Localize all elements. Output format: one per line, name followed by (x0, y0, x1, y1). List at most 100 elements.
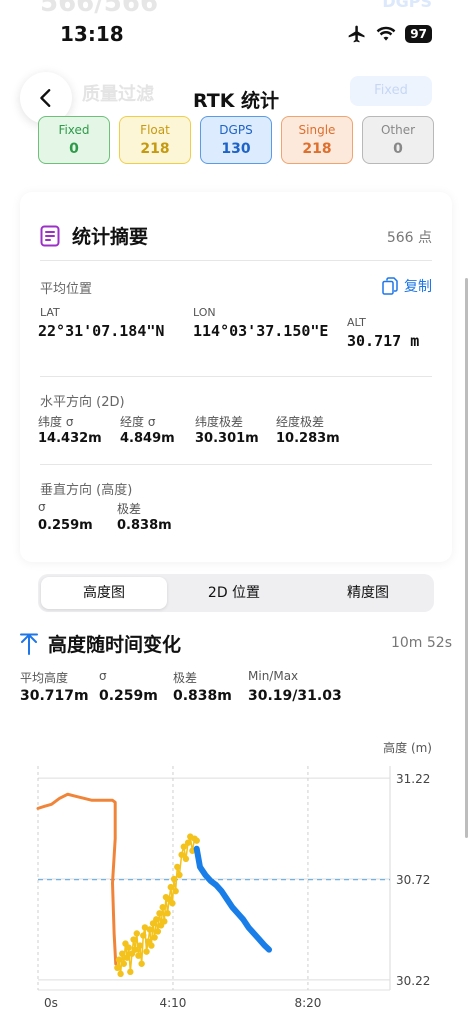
chart-point (151, 934, 158, 941)
arrow-up-icon (20, 633, 38, 655)
chart-point (120, 960, 128, 967)
lat-value: 22°31'07.184"N (38, 322, 165, 340)
tile-fixed[interactable]: Fixed 0 (38, 116, 110, 164)
chart-point (148, 942, 155, 949)
chart-point (172, 887, 179, 895)
chart-point (156, 910, 163, 917)
alt-range-value: 0.838m (117, 518, 172, 533)
chart-point (140, 932, 147, 939)
chart-point (133, 930, 140, 937)
copy-icon (382, 277, 398, 295)
chart-series-line (36, 792, 118, 966)
alt-range-label: 极差 (117, 502, 142, 516)
alt-sigma-stat-label: σ (99, 669, 107, 683)
chart-point (117, 970, 124, 978)
chart-point (143, 948, 150, 955)
mean-alt-value: 30.717m (20, 688, 89, 704)
minmax-label: Min/Max (248, 669, 299, 683)
chart-y-tick-label: 30.72 (396, 873, 430, 887)
scrolled-content-ghost: 566/566 (40, 0, 159, 18)
chart-point (170, 875, 178, 883)
duration-label: 10m 52s (390, 635, 452, 651)
chart-x-tick-label: 0s (44, 996, 58, 1010)
chart-point (184, 839, 192, 846)
tab-accuracy[interactable]: 精度图 (305, 577, 431, 609)
chart-point (162, 893, 170, 901)
chart-point (149, 920, 157, 927)
lon-range-value: 10.283m (276, 431, 340, 446)
chart-point (165, 895, 173, 903)
chart-x-tick-label: 4:10 (159, 996, 186, 1010)
alt-range-stat-label: 极差 (173, 671, 198, 685)
chart-point (180, 843, 187, 850)
lat-range-value: 30.301m (195, 431, 259, 446)
chart-point (191, 835, 198, 842)
status-bar: 566/566 DGPS 13:18 97 (0, 0, 472, 70)
chart-series-line (193, 845, 273, 953)
chart-point (157, 922, 165, 929)
page-title: RTK 统计 (192, 90, 280, 112)
status-time: 13:18 (60, 22, 124, 46)
chart-point (115, 956, 123, 963)
lon-range-label: 经度极差 (276, 415, 325, 429)
chart-point (136, 942, 144, 949)
alt-value: 30.717 m (347, 332, 420, 350)
horizontal-label: 水平方向 (2D) (40, 395, 125, 410)
lon-sigma-label: 经度 σ (120, 415, 156, 429)
chart-y-tick-label: 30.22 (396, 974, 430, 988)
tile-dgps[interactable]: DGPS 130 (200, 116, 272, 164)
tile-other[interactable]: Other 0 (362, 116, 434, 164)
chart-point (153, 916, 160, 923)
wifi-icon (376, 26, 396, 41)
alt-range-stat-value: 0.838m (173, 688, 232, 704)
copy-label: 复制 (404, 279, 432, 295)
lat-sigma-label: 纬度 σ (38, 415, 74, 429)
chart-point (119, 950, 126, 957)
copy-button[interactable]: 复制 (382, 276, 432, 296)
chart-header: 高度随时间变化 (20, 630, 181, 657)
chart-point (128, 950, 136, 957)
chart-point (182, 855, 190, 863)
chart-point (176, 871, 183, 879)
chart-tab-control: 高度图 2D 位置 精度图 (38, 574, 434, 612)
chart-x-tick-label: 8:20 (294, 996, 321, 1010)
summary-header: 统计摘要 (40, 222, 148, 249)
chart-point (159, 904, 166, 911)
tile-single[interactable]: Single 218 (281, 116, 353, 164)
chart-point (138, 960, 145, 967)
summary-title: 统计摘要 (72, 226, 149, 248)
alt-sigma-label: σ (38, 500, 46, 514)
chart-point (122, 940, 129, 947)
vertical-label: 垂直方向 (高度) (40, 483, 133, 498)
chart-point (161, 918, 168, 925)
divider (40, 260, 432, 261)
chart-point (167, 883, 175, 891)
lon-label: LON (193, 306, 216, 319)
tab-altitude[interactable]: 高度图 (41, 577, 167, 609)
document-list-icon (40, 225, 60, 246)
lat-sigma-value: 14.432m (38, 431, 102, 446)
chart-point (144, 938, 152, 945)
chart-y-axis-label: 高度 (m) (383, 740, 432, 755)
scroll-indicator (465, 278, 468, 838)
chart-point (114, 964, 121, 972)
chart-point (135, 952, 142, 959)
chart-series-connector (116, 836, 198, 974)
divider (40, 464, 432, 465)
chart-title: 高度随时间变化 (48, 634, 182, 656)
airplane-icon (348, 25, 365, 43)
tile-float[interactable]: Float 218 (119, 116, 191, 164)
avg-position-label: 平均位置 (40, 282, 93, 297)
chart-point (131, 946, 139, 953)
chart-point (174, 863, 181, 871)
chart-point (125, 944, 132, 951)
chart-point (127, 968, 134, 976)
chart-point (154, 928, 162, 935)
chart-point (123, 954, 131, 961)
lon-sigma-value: 4.849m (120, 431, 175, 446)
chart-y-tick-label: 31.22 (396, 772, 430, 786)
lon-value: 114°03'37.150"E (193, 322, 329, 340)
chart-point (178, 851, 185, 858)
tab-2d-position[interactable]: 2D 位置 (171, 577, 297, 609)
mean-alt-label: 平均高度 (20, 671, 69, 685)
